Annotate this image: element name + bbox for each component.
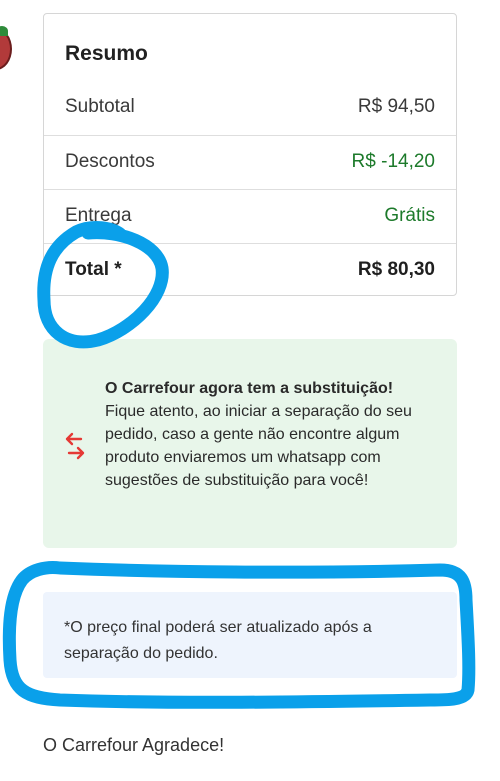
subtotal-label: Subtotal [65,96,135,117]
substitution-text: O Carrefour agora tem a substituição! Fi… [105,377,445,492]
summary-row-total: Total * R$ 80,30 [44,243,456,297]
swap-arrows-icon [65,432,85,460]
discounts-value: R$ -14,20 [351,151,435,172]
substitution-title: O Carrefour agora tem a substituição! [105,380,394,397]
price-notice-text: *O preço final poderá ser atualizado apó… [64,619,372,662]
substitution-body: Fique atento, ao iniciar a separação do … [105,403,412,489]
leaf-icon [0,26,8,36]
summary-row-delivery: Entrega Grátis [44,189,456,243]
summary-row-discounts: Descontos R$ -14,20 [44,135,456,189]
total-label: Total * [65,259,122,280]
delivery-label: Entrega [65,205,132,226]
discounts-label: Descontos [65,151,155,172]
order-summary-card: Resumo Subtotal R$ 94,50 Descontos R$ -1… [43,13,457,296]
summary-row-subtotal: Subtotal R$ 94,50 [44,81,456,135]
price-notice-card: *O preço final poderá ser atualizado apó… [43,592,457,678]
subtotal-value: R$ 94,50 [357,96,435,117]
thanks-message: O Carrefour Agradece! [43,735,225,755]
summary-title: Resumo [65,42,148,65]
delivery-value: Grátis [384,205,435,226]
total-value: R$ 80,30 [357,259,435,280]
substitution-info-card: O Carrefour agora tem a substituição! Fi… [43,339,457,548]
avatar [0,20,26,80]
